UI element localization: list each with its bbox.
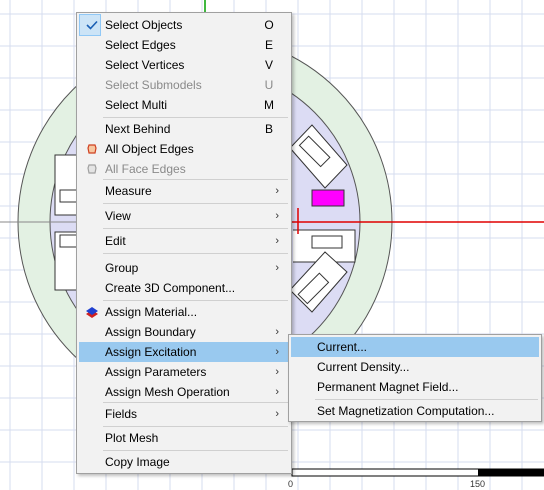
chevron-right-icon: › [275, 386, 279, 398]
menu-item-label: Select Objects [105, 18, 183, 32]
menu-separator [315, 399, 538, 400]
ruler-start-label: 0 [288, 479, 293, 489]
menu-item-create-3d-component[interactable]: Create 3D Component... [79, 278, 289, 298]
menu-item-select-objects[interactable]: Select Objects O [79, 14, 289, 36]
menu-separator [103, 450, 288, 451]
menu-item-label: View [105, 209, 131, 223]
menu-item-label: Current... [317, 340, 368, 354]
menu-item-label: Assign Boundary [105, 325, 196, 339]
menu-item-select-submodels: Select Submodels U [79, 75, 289, 95]
menu-item-label: Select Multi [105, 98, 168, 112]
menu-item-plot-mesh[interactable]: Plot Mesh [79, 428, 289, 448]
check-icon [85, 18, 99, 32]
menu-item-label: Assign Excitation [105, 345, 197, 359]
ruler-end-label: 150 [470, 479, 485, 489]
chevron-right-icon: › [275, 366, 279, 378]
context-menu: Select Objects O Select Edges E Select Verti… [76, 12, 292, 474]
menu-item-measure[interactable]: Measure › [79, 181, 289, 201]
material-icon [85, 305, 99, 319]
menu-item-label: Copy Image [105, 455, 170, 469]
menu-separator [103, 203, 288, 204]
chevron-right-icon: › [275, 262, 279, 274]
menu-item-label: Select Vertices [105, 58, 185, 72]
menu-item-label: Fields [105, 407, 138, 421]
menu-item-group[interactable]: Group › [79, 258, 289, 278]
menu-separator [103, 179, 288, 180]
menu-item-fields[interactable]: Fields › [79, 404, 289, 424]
menu-item-label: Plot Mesh [105, 431, 159, 445]
menu-separator [103, 117, 288, 118]
menu-item-select-multi[interactable]: Select Multi M [79, 95, 289, 115]
menu-item-shortcut: V [264, 58, 273, 72]
magnet-excited[interactable] [311, 189, 345, 207]
chevron-right-icon: › [275, 185, 279, 197]
menu-item-label: Select Submodels [105, 78, 202, 92]
menu-item-label: Create 3D Component... [105, 281, 236, 295]
menu-item-label: Assign Material... [105, 305, 198, 319]
chevron-right-icon: › [275, 210, 279, 222]
submenu-item-permanent-magnet-field[interactable]: Permanent Magnet Field... [291, 377, 539, 397]
menu-item-edit[interactable]: Edit › [79, 231, 289, 251]
menu-separator [103, 300, 288, 301]
menu-item-assign-parameters[interactable]: Assign Parameters › [79, 362, 289, 382]
assign-excitation-submenu: Current... Current Density... Permanent Ma… [288, 334, 542, 422]
menu-item-label: Group [105, 261, 139, 275]
chevron-right-icon: › [275, 408, 279, 420]
menu-item-view[interactable]: View › [79, 206, 289, 226]
menu-item-assign-excitation[interactable]: Assign Excitation › [79, 342, 289, 362]
menu-item-label: Select Edges [105, 38, 176, 52]
magnet-right-lower [311, 235, 343, 249]
menu-item-select-vertices[interactable]: Select Vertices V [79, 55, 289, 75]
chevron-right-icon: › [275, 346, 279, 358]
menu-item-label: Set Magnetization Computation... [317, 404, 495, 418]
menu-item-label: All Object Edges [105, 142, 194, 156]
menu-separator [103, 228, 288, 229]
menu-item-label: Assign Parameters [105, 365, 207, 379]
menu-item-label: Next Behind [105, 122, 171, 136]
menu-item-select-edges[interactable]: Select Edges E [79, 35, 289, 55]
menu-item-label: Current Density... [317, 360, 410, 374]
menu-item-all-face-edges: All Face Edges [79, 159, 289, 179]
chevron-right-icon: › [275, 235, 279, 247]
menu-separator [103, 426, 288, 427]
menu-separator [103, 253, 288, 254]
menu-item-shortcut: M [264, 98, 274, 112]
menu-item-assign-material[interactable]: Assign Material... [79, 302, 289, 322]
menu-item-next-behind[interactable]: Next Behind B [79, 119, 289, 139]
face-edges-icon [85, 162, 99, 176]
menu-item-label: Permanent Magnet Field... [317, 380, 459, 394]
menu-item-assign-mesh-operation[interactable]: Assign Mesh Operation › [79, 382, 289, 402]
menu-item-shortcut: E [264, 38, 273, 52]
menu-separator [103, 402, 288, 403]
submenu-item-current[interactable]: Current... [291, 337, 539, 357]
menu-item-copy-image[interactable]: Copy Image [79, 452, 289, 472]
menu-item-shortcut: O [264, 18, 274, 32]
chevron-right-icon: › [275, 326, 279, 338]
menu-item-assign-boundary[interactable]: Assign Boundary › [79, 322, 289, 342]
scale-ruler-dark [478, 469, 544, 476]
submenu-item-current-density[interactable]: Current Density... [291, 357, 539, 377]
menu-item-label: Assign Mesh Operation [105, 385, 230, 399]
menu-item-label: Edit [105, 234, 126, 248]
submenu-item-set-magnetization-computation[interactable]: Set Magnetization Computation... [291, 401, 539, 421]
menu-item-label: All Face Edges [105, 162, 186, 176]
menu-item-shortcut: U [264, 78, 274, 92]
menu-item-label: Measure [105, 184, 152, 198]
menu-item-all-object-edges[interactable]: All Object Edges [79, 139, 289, 159]
menu-item-shortcut: B [264, 122, 273, 136]
object-edges-icon [85, 142, 99, 156]
